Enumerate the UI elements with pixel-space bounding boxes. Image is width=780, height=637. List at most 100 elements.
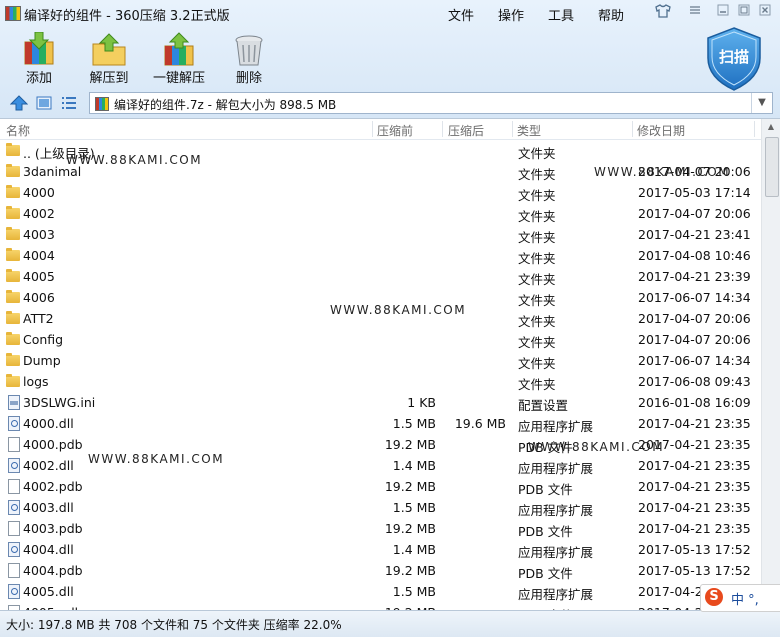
row-type: 应用程序扩展	[518, 461, 594, 476]
table-row[interactable]: 4000 文件夹 2017-05-03 17:14	[0, 182, 762, 203]
table-row[interactable]: 4005.dll 1.5 MB 应用程序扩展 2017-04-21	[0, 581, 762, 602]
table-row[interactable]: 4000.dll 1.5 MB 19.6 MB 应用程序扩展 2017-04-21 23…	[0, 413, 762, 434]
watermark: WWW.88KAMI.COM	[66, 153, 203, 167]
title-bar: 编译好的组件 - 360压缩 3.2正式版 文件 操作 工具 帮助	[0, 0, 780, 26]
row-type: 应用程序扩展	[518, 419, 594, 434]
status-bar: 大小: 197.8 MB 共 708 个文件和 75 个文件夹 压缩率 22.0…	[0, 610, 780, 637]
dll-icon	[8, 416, 20, 431]
row-type: PDB 文件	[518, 524, 573, 539]
thumbnail-view-icon[interactable]	[36, 95, 52, 111]
row-name: 4004.dll	[23, 542, 74, 557]
table-row[interactable]: 4005 文件夹 2017-04-21 23:39	[0, 266, 762, 287]
row-type: 应用程序扩展	[518, 545, 594, 560]
column-name[interactable]: 名称	[6, 122, 30, 139]
row-name: ATT2	[23, 311, 54, 326]
delete-button[interactable]: 删除	[214, 28, 284, 88]
scroll-up-icon[interactable]: ▲	[764, 122, 778, 134]
row-name: 4003	[23, 227, 55, 242]
row-type: 文件夹	[518, 293, 556, 308]
folder-icon	[6, 185, 20, 198]
menu-help[interactable]: 帮助	[598, 5, 624, 24]
address-bar[interactable]: 编译好的组件.7z - 解包大小为 898.5 MB ▼	[89, 92, 773, 114]
file-icon	[8, 479, 20, 494]
delete-label: 删除	[235, 71, 262, 86]
menu-operate[interactable]: 操作	[498, 5, 524, 24]
table-row[interactable]: Dump 文件夹 2017-06-07 14:34	[0, 350, 762, 371]
table-row[interactable]: 4004.pdb 19.2 MB PDB 文件 2017-05-13 17:52	[0, 560, 762, 581]
row-name: 4004.pdb	[23, 563, 83, 578]
row-name: 4005	[23, 269, 55, 284]
sogou-logo[interactable]: S	[705, 588, 723, 606]
scroll-thumb[interactable]	[765, 137, 779, 197]
minimize-icon[interactable]	[714, 4, 732, 20]
row-name: 3DSLWG.ini	[23, 395, 96, 410]
menu-dropdown-icon[interactable]	[686, 4, 704, 20]
row-size: 19.2 MB	[384, 521, 436, 536]
maximize-icon[interactable]	[735, 4, 753, 20]
table-row[interactable]: 4003.dll 1.5 MB 应用程序扩展 2017-04-21 23:35	[0, 497, 762, 518]
row-name: 4000.dll	[23, 416, 74, 431]
table-row[interactable]: 4002.pdb 19.2 MB PDB 文件 2017-04-21 23:35	[0, 476, 762, 497]
ini-icon	[8, 395, 20, 410]
one-click-extract-button[interactable]: 一键解压	[144, 28, 214, 88]
up-arrow-icon[interactable]	[9, 95, 29, 111]
table-row[interactable]: 4004.dll 1.4 MB 应用程序扩展 2017-05-13 17:52	[0, 539, 762, 560]
window-title: 编译好的组件 - 360压缩 3.2正式版	[24, 9, 230, 24]
scan-button[interactable]: 扫描	[705, 26, 763, 92]
folder-icon	[6, 206, 20, 219]
archive-app-icon	[5, 6, 21, 21]
folder-icon	[6, 353, 20, 366]
row-date: 2017-04-21 23:39	[638, 269, 751, 284]
row-type: 应用程序扩展	[518, 587, 594, 602]
row-date: 2017-04-21 23:35	[638, 416, 751, 431]
extract-to-button[interactable]: 解压到	[74, 28, 144, 88]
extract-folder-icon	[91, 32, 127, 68]
row-name: 4002.dll	[23, 458, 74, 473]
menu-tools[interactable]: 工具	[548, 5, 574, 24]
dll-icon	[8, 542, 20, 557]
column-date[interactable]: 修改日期	[637, 122, 685, 139]
row-size: 1.4 MB	[392, 542, 436, 557]
row-name: 4002.pdb	[23, 479, 83, 494]
menu-file[interactable]: 文件	[448, 5, 474, 24]
row-name: 4000.pdb	[23, 437, 83, 452]
ime-mode[interactable]: 中 °,	[731, 589, 759, 608]
watermark: WWW.88KAMI.COM	[88, 452, 225, 466]
table-row[interactable]: 4003.pdb 19.2 MB PDB 文件 2017-04-21 23:35	[0, 518, 762, 539]
file-icon	[8, 563, 20, 578]
row-date: 2017-05-13 17:52	[638, 563, 751, 578]
table-row[interactable]: 4004 文件夹 2017-04-08 10:46	[0, 245, 762, 266]
ime-toolbar[interactable]: S 中 °,	[700, 584, 780, 612]
table-row[interactable]: Config 文件夹 2017-04-07 20:06	[0, 329, 762, 350]
watermark: WWW.88KAMI.COM	[330, 303, 467, 317]
column-size[interactable]: 压缩前	[377, 122, 413, 139]
row-size: 1.5 MB	[392, 584, 436, 599]
folder-icon	[6, 374, 20, 387]
table-row[interactable]: logs 文件夹 2017-06-08 09:43	[0, 371, 762, 392]
watermark: WWW.88KAMI.COM	[594, 165, 731, 179]
add-button[interactable]: 添加	[4, 28, 74, 88]
list-view-icon[interactable]	[61, 95, 77, 111]
skin-icon[interactable]	[654, 4, 672, 20]
row-size: 1.4 MB	[392, 458, 436, 473]
chevron-down-icon[interactable]: ▼	[751, 93, 772, 113]
table-row[interactable]: 4002 文件夹 2017-04-07 20:06	[0, 203, 762, 224]
file-list[interactable]: 名称 压缩前 压缩后 类型 修改日期 .. (上级目录) 文件夹 3danimal 文…	[0, 118, 780, 611]
table-row[interactable]: 4003 文件夹 2017-04-21 23:41	[0, 224, 762, 245]
table-row[interactable]: 3DSLWG.ini 1 KB 配置设置 2016-01-08 16:09	[0, 392, 762, 413]
row-type: 文件夹	[518, 335, 556, 350]
row-type: 文件夹	[518, 167, 556, 182]
row-date: 2017-05-03 17:14	[638, 185, 751, 200]
row-size: 1.5 MB	[392, 416, 436, 431]
dll-icon	[8, 458, 20, 473]
row-date: 2016-01-08 16:09	[638, 395, 751, 410]
close-icon[interactable]	[756, 4, 774, 20]
column-type[interactable]: 类型	[517, 122, 541, 139]
watermark: WWW.88KAMI.COM	[528, 440, 665, 454]
trash-icon	[231, 32, 267, 68]
vertical-scrollbar[interactable]: ▲	[761, 119, 780, 611]
column-packed[interactable]: 压缩后	[448, 122, 484, 139]
scan-label: 扫描	[718, 48, 749, 66]
row-name: 4005.dll	[23, 584, 74, 599]
archive-file-icon	[95, 97, 109, 111]
